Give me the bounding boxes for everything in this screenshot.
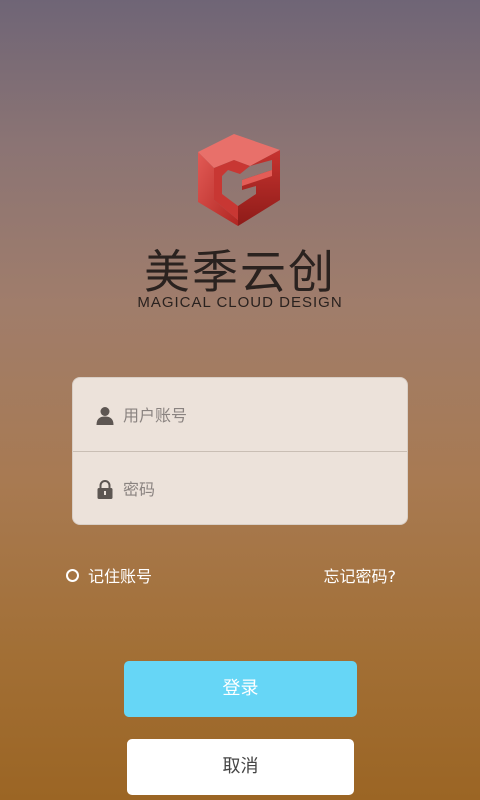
password-input[interactable] [121,473,385,505]
password-row [73,452,407,526]
cancel-button[interactable]: 取消 [127,739,354,795]
username-row [73,378,407,452]
lock-icon [95,479,115,499]
remember-label: 记住账号 [88,567,153,586]
remember-radio[interactable] [66,568,79,582]
login-form [72,377,408,525]
forgot-password-link[interactable]: 忘记密码? [324,563,397,587]
login-button[interactable]: 登录 [124,661,357,717]
brand-name-english: MAGICAL CLOUD DESIGN [137,294,343,311]
logo-icon [198,134,280,226]
username-input[interactable] [121,399,385,431]
remember-account-toggle[interactable]: 记住账号 [66,563,152,587]
user-icon [95,405,115,425]
brand-name-chinese: 美季云创 [144,245,336,299]
login-screen: 美季云创 MAGICAL CLOUD DESIGN 用户账号 记住账号 忘记密码… [0,0,480,800]
